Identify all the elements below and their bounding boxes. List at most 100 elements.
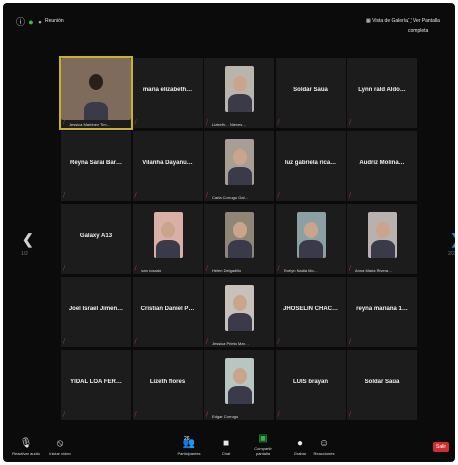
- participant-label: ivan rosado: [140, 268, 162, 273]
- participant-name: luz gabriela rica…: [284, 160, 337, 166]
- share-screen-icon: ▣: [258, 433, 268, 444]
- recording-icon: ▪: [38, 17, 42, 27]
- participant-tile[interactable]: Audriz Molina… ⧸: [347, 131, 417, 201]
- participant-tile[interactable]: Joel Israel Jimen… ⧸: [61, 277, 131, 347]
- participant-tile[interactable]: Soldar Saúa ⧸: [347, 350, 417, 420]
- participant-tile[interactable]: Reyna Sarai Bar… ⧸: [61, 131, 131, 201]
- participant-name: Galaxy A13: [79, 233, 113, 239]
- video-off-icon: ⦸: [56, 438, 64, 449]
- participant-name: Audriz Molina…: [359, 160, 405, 166]
- participant-tile[interactable]: ⧸ Jessica Martínez Tim…: [59, 56, 133, 130]
- muted-microphone-icon: 🎙: [19, 438, 33, 449]
- participant-tile[interactable]: ⧸ Edgar Corrugo: [204, 350, 274, 420]
- participant-tile[interactable]: Lynn rald Aldo… ⧸: [347, 58, 417, 128]
- participant-name: Soldar Saúa: [293, 87, 328, 93]
- participant-tile[interactable]: Lizeth flores ⧸: [132, 350, 203, 420]
- share-screen-button[interactable]: ▣ Compartir pantalla: [248, 433, 278, 456]
- participant-tile[interactable]: ⧸ Evelyn Nadia Mo…: [275, 204, 346, 274]
- next-page-button[interactable]: ❯: [450, 231, 455, 248]
- muted-mic-icon: ⧸: [63, 339, 66, 345]
- participants-count: 26: [184, 436, 190, 442]
- muted-mic-icon: ⧸: [63, 266, 66, 272]
- participant-grid: ⧸ Jessica Martínez Tim… maria elizabeth… ⧸ ⧸…: [59, 56, 417, 421]
- leave-button[interactable]: Salir: [433, 442, 449, 452]
- participant-tile[interactable]: ⧸ Carla Corrugo Gal…: [204, 131, 274, 201]
- top-bar: ⓘ ● ▪ Reunión ▦ Vista de Galería ⛶ Ver P…: [3, 3, 455, 43]
- participant-label: Carla Corrugo Gal…: [212, 195, 249, 200]
- participant-video: [225, 66, 254, 112]
- info-icon[interactable]: ⓘ: [16, 17, 25, 27]
- participant-tile[interactable]: Vilanha Dayanu… ⧸: [132, 131, 203, 201]
- participant-name: Cristian Daniel P…: [140, 306, 195, 312]
- muted-mic-icon: ⧸: [206, 193, 209, 199]
- shield-icon[interactable]: ●: [27, 17, 35, 27]
- reactions-icon: ☺: [318, 438, 330, 449]
- muted-mic-icon: ⧸: [277, 120, 280, 126]
- participant-tile[interactable]: ⧸ Anna Maria Rivera…: [347, 204, 417, 274]
- page-indicator-left: 1/2: [21, 251, 28, 257]
- participant-tile[interactable]: YIDAL LOA FER… ⧸: [61, 350, 131, 420]
- muted-mic-icon: ⧸: [206, 412, 209, 418]
- participant-label: Lizbeth… Nieves…: [212, 122, 247, 127]
- participant-tile[interactable]: ⧸ ivan rosado: [132, 204, 203, 274]
- fullscreen-button[interactable]: ⛶ Ver Pantalla completa: [408, 16, 455, 34]
- muted-mic-icon: ⧸: [206, 266, 209, 272]
- participant-name: Soldar Saúa: [364, 379, 400, 385]
- participant-tile[interactable]: luz gabriela rica… ⧸: [275, 131, 346, 201]
- zoom-window: ⓘ ● ▪ Reunión ▦ Vista de Galería ⛶ Ver P…: [3, 3, 455, 462]
- participant-name: LUIS brayan: [292, 379, 328, 385]
- muted-mic-icon: ⧸: [277, 339, 280, 345]
- chat-icon: ■: [222, 438, 230, 449]
- muted-mic-icon: ⧸: [134, 412, 137, 418]
- participant-name: Reyna Sarai Bar…: [69, 160, 123, 166]
- participant-tile[interactable]: Cristian Daniel P… ⧸: [132, 277, 203, 347]
- muted-mic-icon: ⧸: [277, 193, 280, 199]
- muted-mic-icon: ⧸: [277, 266, 280, 272]
- participant-label: Jessica Martínez Tim…: [69, 122, 111, 127]
- bottom-toolbar: 🎙 Reactivar audio ⦸ Iniciar vídeo 👥 26 Parti…: [3, 430, 455, 462]
- previous-page-button[interactable]: ❮: [22, 231, 34, 248]
- participant-tile[interactable]: maria elizabeth… ⧸: [132, 58, 203, 128]
- participant-label: Helen Delgadillo: [212, 268, 242, 273]
- participant-name: reyna mariana 1…: [356, 306, 408, 312]
- participant-tile[interactable]: ⧸ Jessica Prieto Mar…: [204, 277, 274, 347]
- muted-mic-icon: ⧸: [349, 193, 352, 199]
- participant-tile[interactable]: ⧸ Lizbeth… Nieves…: [204, 58, 274, 128]
- muted-mic-icon: ⧸: [349, 120, 352, 126]
- participant-name: YIDAL LOA FER…: [70, 379, 122, 385]
- participant-label: Evelyn Nadia Mo…: [283, 268, 318, 273]
- meeting-label: Reunión: [45, 18, 64, 24]
- muted-mic-icon: ⧸: [349, 266, 352, 272]
- participant-name: Vilanha Dayanu…: [142, 160, 193, 166]
- participant-label: Jessica Prieto Mar…: [212, 341, 249, 346]
- participant-tile[interactable]: Galaxy A13 ⧸: [61, 204, 131, 274]
- participant-label: Anna Maria Rivera…: [355, 268, 393, 273]
- start-video-button[interactable]: ⦸ Iniciar vídeo: [45, 438, 75, 456]
- participant-tile[interactable]: Soldar Saúa ⧸: [275, 58, 346, 128]
- muted-mic-icon: ⧸: [63, 120, 66, 126]
- participant-video: [296, 212, 326, 258]
- participant-video: [225, 358, 254, 404]
- muted-mic-icon: ⧸: [277, 412, 280, 418]
- participant-name: maria elizabeth…: [142, 87, 193, 93]
- page-indicator-right: 2/2: [448, 251, 455, 257]
- participant-video: [225, 212, 254, 258]
- muted-mic-icon: ⧸: [134, 266, 137, 272]
- participant-tile[interactable]: JHOSELIN CHAC… ⧸: [275, 277, 346, 347]
- participant-tile[interactable]: LUIS brayan ⧸: [275, 350, 346, 420]
- participant-tile[interactable]: reyna mariana 1… ⧸: [347, 277, 417, 347]
- participants-button[interactable]: 👥 26 Participantes: [174, 436, 204, 456]
- muted-mic-icon: ⧸: [206, 339, 209, 345]
- gallery-view-button[interactable]: ▦ Vista de Galería: [366, 16, 408, 26]
- muted-mic-icon: ⧸: [134, 339, 137, 345]
- participant-video: [225, 139, 254, 185]
- participant-tile[interactable]: ⧸ Helen Delgadillo: [204, 204, 274, 274]
- participant-name: Joel Israel Jimen…: [68, 306, 124, 312]
- participant-video: [153, 212, 183, 258]
- reactions-button[interactable]: ☺ Reacciones: [309, 438, 339, 456]
- muted-mic-icon: ⧸: [134, 193, 137, 199]
- participant-video: [368, 212, 397, 258]
- participant-name: Lynn rald Aldo…: [358, 87, 406, 93]
- chat-button[interactable]: ■ Chat: [211, 438, 241, 456]
- unmute-button[interactable]: 🎙 Reactivar audio: [11, 438, 41, 456]
